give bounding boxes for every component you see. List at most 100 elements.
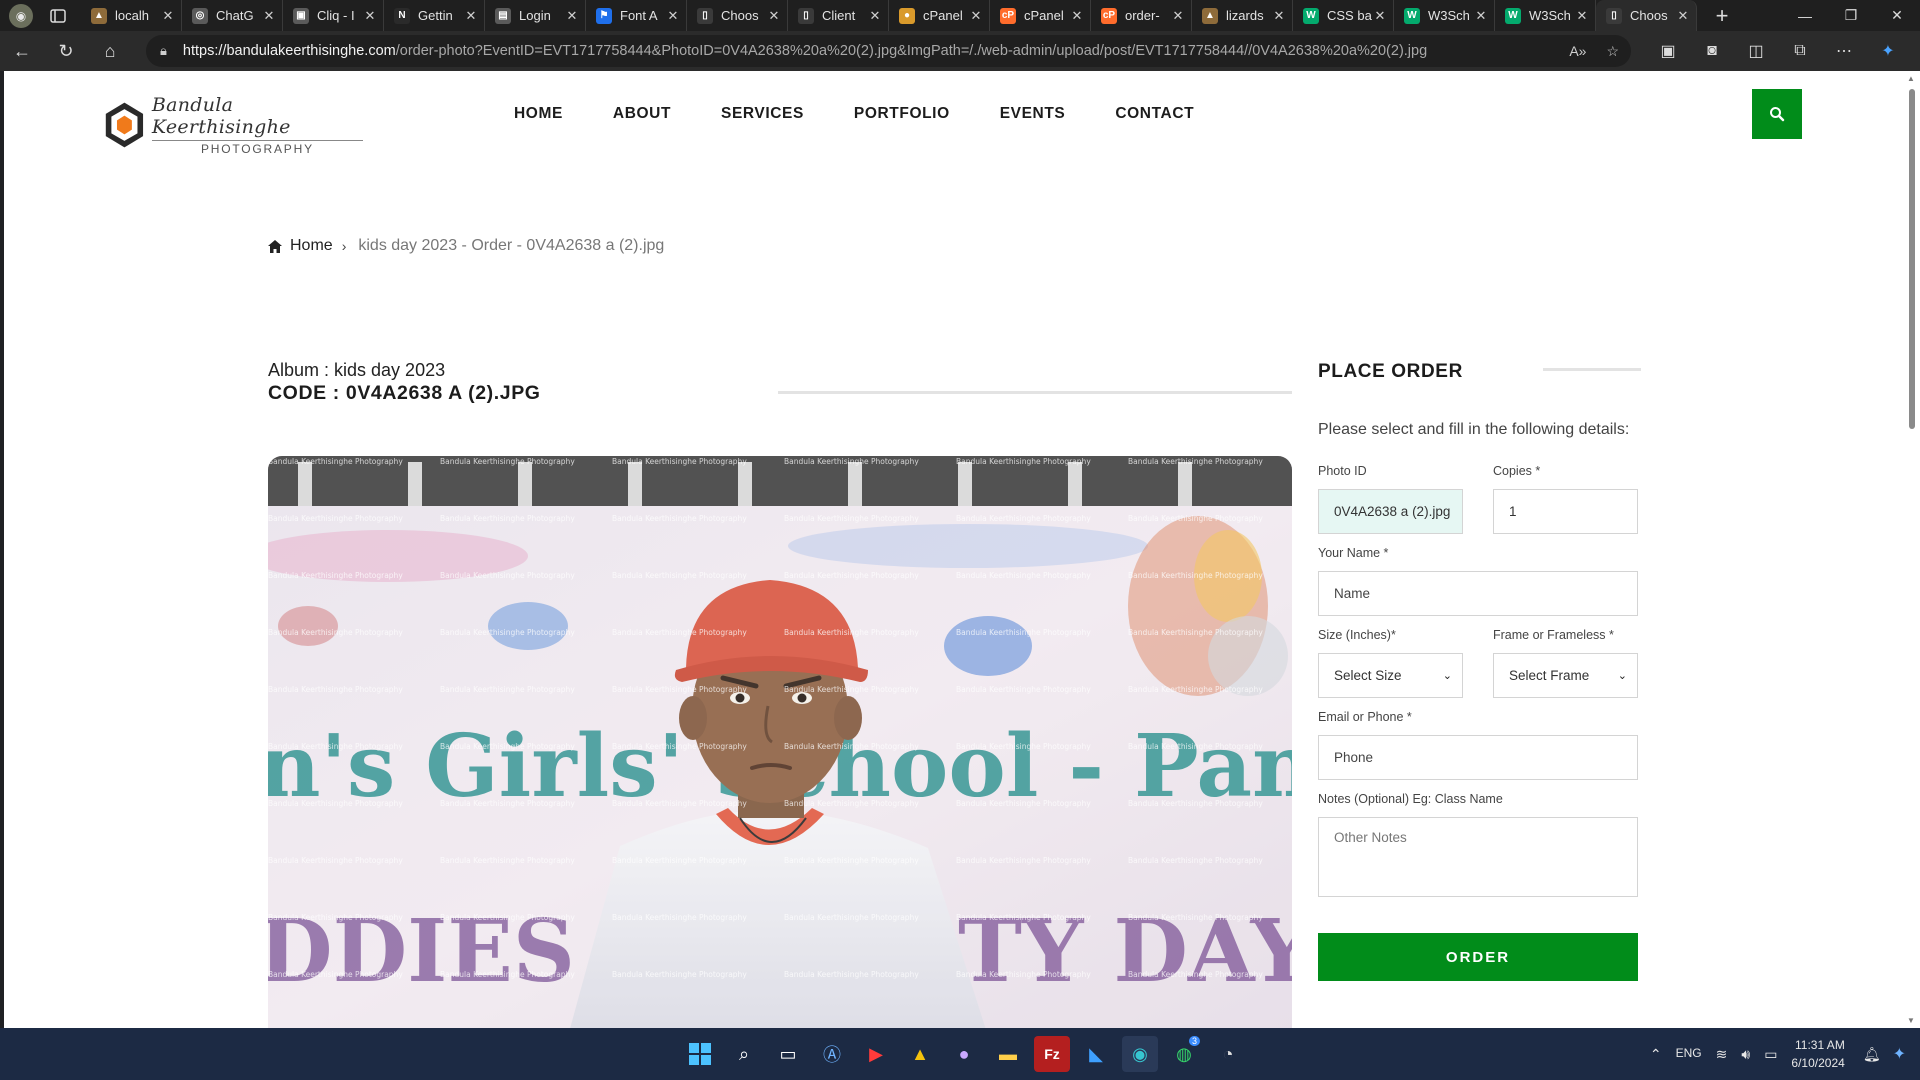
browser-tab[interactable]: ⚑ Font A ✕ — [586, 0, 687, 31]
watermark-text: Bandula Keerthisinghe Photography — [1128, 514, 1263, 523]
tab-close-icon[interactable]: ✕ — [1272, 8, 1286, 24]
nav-home[interactable]: HOME — [514, 104, 563, 124]
tab-close-icon[interactable]: ✕ — [1070, 8, 1084, 24]
browser-tab[interactable]: ▯ Choos ✕ — [1596, 0, 1697, 31]
nav-services[interactable]: SERVICES — [721, 104, 804, 124]
scroll-down-icon[interactable]: ▼ — [1907, 1016, 1915, 1025]
extension-2-icon[interactable]: ◙ — [1690, 42, 1734, 60]
browser-tab[interactable]: ◎ ChatG ✕ — [182, 0, 283, 31]
vscode-icon[interactable]: ◣ — [1078, 1036, 1114, 1072]
browser-tab[interactable]: N Gettin ✕ — [384, 0, 485, 31]
nav-portfolio[interactable]: PORTFOLIO — [854, 104, 950, 124]
copilot-taskbar-icon[interactable]: ✦ — [1893, 1044, 1906, 1064]
tab-close-icon[interactable]: ✕ — [161, 8, 175, 24]
tab-close-icon[interactable]: ✕ — [969, 8, 983, 24]
minimize-icon[interactable]: — — [1782, 0, 1828, 31]
browser-tab[interactable]: ▯ Choos ✕ — [687, 0, 788, 31]
edge-icon[interactable]: ◉ — [1122, 1036, 1158, 1072]
tab-close-icon[interactable]: ✕ — [1474, 8, 1488, 24]
home-icon[interactable]: ⌂ — [88, 31, 132, 71]
favorite-star-icon[interactable]: ☆ — [1606, 43, 1619, 60]
tab-close-icon[interactable]: ✕ — [868, 8, 882, 24]
chevron-up-icon[interactable]: ⌃ — [1650, 1046, 1662, 1063]
app-icon[interactable]: ◔ — [1210, 1036, 1246, 1072]
reload-icon[interactable]: ↻ — [44, 31, 88, 71]
name-field[interactable]: Name — [1318, 571, 1638, 616]
new-tab-button[interactable]: + — [1709, 3, 1735, 29]
copies-field[interactable]: 1 — [1493, 489, 1638, 534]
restore-icon[interactable]: ❐ — [1828, 0, 1874, 31]
filezilla-icon[interactable]: Fz — [1034, 1036, 1070, 1072]
task-view-icon[interactable]: ▭ — [770, 1036, 806, 1072]
tab-close-icon[interactable]: ✕ — [1373, 8, 1387, 24]
size-select[interactable]: Select Size ⌄ — [1318, 653, 1463, 698]
browser-tab[interactable]: ▤ Login ✕ — [485, 0, 586, 31]
tab-close-icon[interactable]: ✕ — [464, 8, 478, 24]
github-icon[interactable]: ● — [946, 1036, 982, 1072]
browser-tab[interactable]: W W3Sch ✕ — [1394, 0, 1495, 31]
browser-tab[interactable]: ▯ Client ✕ — [788, 0, 889, 31]
file-explorer-icon[interactable]: ▬ — [990, 1036, 1026, 1072]
tab-close-icon[interactable]: ✕ — [767, 8, 781, 24]
extension-icon[interactable]: ▣ — [1646, 41, 1690, 61]
scrollbar-thumb[interactable] — [1909, 89, 1915, 429]
clock[interactable]: 11:31 AM 6/10/2024 — [1791, 1036, 1844, 1072]
more-menu-icon[interactable]: ⋯ — [1822, 41, 1866, 61]
url-field[interactable]: 🔒︎ https://bandulakeerthisinghe.com/orde… — [146, 35, 1631, 67]
watermark-text: Bandula Keerthisinghe Photography — [956, 913, 1091, 922]
watermark-text: Bandula Keerthisinghe Photography — [440, 799, 575, 808]
tab-close-icon[interactable]: ✕ — [565, 8, 579, 24]
tab-close-icon[interactable]: ✕ — [666, 8, 680, 24]
browser-tab[interactable]: ▲ lizards ✕ — [1192, 0, 1293, 31]
notification-bell-icon[interactable]: 🔔︎ — [1863, 1046, 1881, 1063]
order-button[interactable]: ORDER — [1318, 933, 1638, 981]
contact-field[interactable]: Phone — [1318, 735, 1638, 780]
search-taskbar-icon[interactable]: ⌕ — [726, 1036, 762, 1072]
media-player-icon[interactable]: ▶ — [858, 1036, 894, 1072]
frame-select[interactable]: Select Frame ⌄ — [1493, 653, 1638, 698]
search-button[interactable] — [1752, 89, 1802, 139]
scroll-up-icon[interactable]: ▲ — [1907, 74, 1915, 83]
close-window-icon[interactable]: ✕ — [1874, 0, 1920, 31]
browser-tab[interactable]: ● cPanel ✕ — [889, 0, 990, 31]
album-name: Album : kids day 2023 — [268, 360, 446, 380]
breadcrumb-home[interactable]: Home — [290, 237, 333, 255]
read-aloud-icon[interactable]: A» — [1569, 43, 1586, 59]
tab-close-icon[interactable]: ✕ — [262, 8, 276, 24]
tab-close-icon[interactable]: ✕ — [1575, 8, 1589, 24]
start-icon[interactable] — [682, 1036, 718, 1072]
browser-tab[interactable]: W W3Sch ✕ — [1495, 0, 1596, 31]
home-breadcrumb-icon — [268, 239, 282, 253]
tab-actions-icon[interactable] — [47, 5, 69, 27]
language-indicator[interactable]: ENG — [1676, 1046, 1702, 1063]
photo-id-field[interactable]: 0V4A2638 a (2).jpg — [1318, 489, 1463, 534]
screenshot-icon[interactable]: ⧉ — [1778, 42, 1822, 60]
browser-tab[interactable]: ▣ Cliq - I ✕ — [283, 0, 384, 31]
whatsapp-icon[interactable]: ◍ 3 — [1166, 1036, 1202, 1072]
battery-icon[interactable]: ▭ — [1764, 1046, 1777, 1063]
tab-close-icon[interactable]: ✕ — [1676, 8, 1690, 24]
back-icon[interactable]: ← — [0, 31, 44, 71]
browser-tab[interactable]: cP order- ✕ — [1091, 0, 1192, 31]
watermark-text: Bandula Keerthisinghe Photography — [612, 685, 747, 694]
split-screen-icon[interactable]: ◫ — [1734, 41, 1778, 61]
order-photo: n's Girls' School - Panadu DDIES TY DAY — [268, 456, 1292, 1028]
wifi-icon[interactable]: ≋ — [1716, 1046, 1728, 1063]
watermark-text: Bandula Keerthisinghe Photography — [784, 799, 919, 808]
profile-avatar-icon[interactable]: ◉ — [9, 3, 33, 28]
notes-field[interactable]: Other Notes — [1318, 817, 1638, 897]
nav-contact[interactable]: CONTACT — [1115, 104, 1194, 124]
volume-icon[interactable]: 🔊︎ — [1741, 1046, 1750, 1063]
app-store-icon[interactable]: Ⓐ — [814, 1036, 850, 1072]
tab-close-icon[interactable]: ✕ — [1171, 8, 1185, 24]
browser-tab[interactable]: W CSS ba ✕ — [1293, 0, 1394, 31]
copilot-icon[interactable]: ✦ — [1866, 41, 1910, 61]
tab-close-icon[interactable]: ✕ — [363, 8, 377, 24]
nav-events[interactable]: EVENTS — [1000, 104, 1066, 124]
page-scrollbar[interactable]: ▲ ▼ — [1904, 71, 1920, 1028]
google-drive-icon[interactable]: ▲ — [902, 1036, 938, 1072]
nav-about[interactable]: ABOUT — [613, 104, 671, 124]
browser-tab[interactable]: cP cPanel ✕ — [990, 0, 1091, 31]
site-logo[interactable]: Bandula Keerthisinghe PHOTOGRAPHY — [103, 94, 363, 156]
browser-tab[interactable]: ▲ localh ✕ — [81, 0, 182, 31]
